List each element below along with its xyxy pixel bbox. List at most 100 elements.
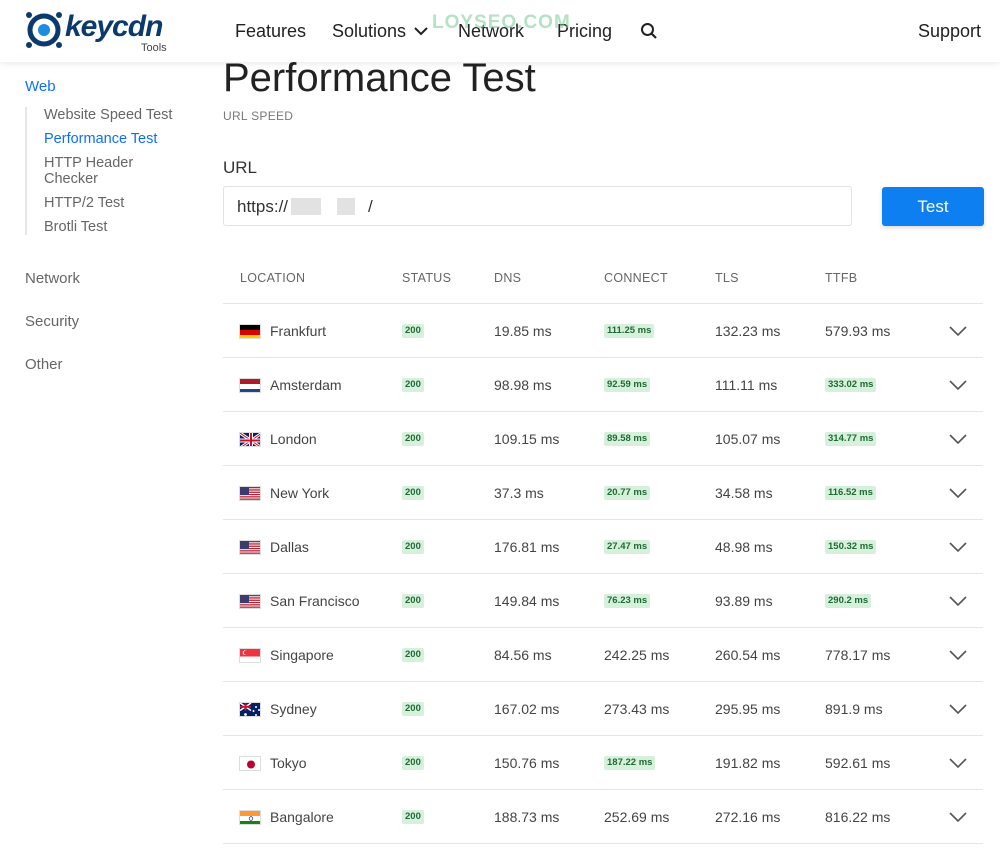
status-badge: 200 bbox=[402, 540, 424, 554]
tls-cell: 105.07 ms bbox=[715, 412, 780, 466]
dns-value: 109.15 ms bbox=[494, 431, 560, 447]
test-button[interactable]: Test bbox=[882, 187, 984, 226]
expand-row-button[interactable] bbox=[945, 304, 971, 358]
location-cell: New York bbox=[239, 466, 329, 520]
ttfb-cell: 333.02 ms bbox=[825, 358, 877, 412]
tls-cell: 272.16 ms bbox=[715, 790, 780, 844]
location-name: Bangalore bbox=[270, 809, 334, 825]
expand-row-button[interactable] bbox=[945, 574, 971, 628]
nav-features[interactable]: Features bbox=[235, 0, 306, 62]
tls-cell: 295.95 ms bbox=[715, 682, 780, 736]
sidebar-item-security[interactable]: Security bbox=[25, 313, 79, 330]
page-title: Performance Test bbox=[223, 56, 536, 100]
sidebar-item-other[interactable]: Other bbox=[25, 356, 63, 373]
sidebar-item-brotli-test[interactable]: Brotli Test bbox=[44, 219, 205, 235]
tls-cell: 132.23 ms bbox=[715, 304, 780, 358]
table-row[interactable]: London 200 109.15 ms 89.58 ms 105.07 ms … bbox=[223, 412, 983, 466]
location-cell: London bbox=[239, 412, 317, 466]
expand-row-button[interactable] bbox=[945, 520, 971, 574]
expand-row-button[interactable] bbox=[945, 358, 971, 412]
search-button[interactable] bbox=[640, 0, 658, 62]
results-table: LOCATION STATUS DNS CONNECT TLS TTFB Fra… bbox=[223, 258, 983, 844]
ttfb-cell: 891.9 ms bbox=[825, 682, 883, 736]
table-row[interactable]: San Francisco 200 149.84 ms 76.23 ms 93.… bbox=[223, 574, 983, 628]
dns-cell: 167.02 ms bbox=[494, 682, 559, 736]
nav-features-label: Features bbox=[235, 20, 307, 41]
expand-row-button[interactable] bbox=[945, 628, 971, 682]
table-body: Frankfurt 200 19.85 ms 111.25 ms 132.23 … bbox=[223, 304, 983, 844]
table-row[interactable]: New York 200 37.3 ms 20.77 ms 34.58 ms 1… bbox=[223, 466, 983, 520]
sidebar: Web Website Speed Test Performance Test … bbox=[25, 78, 205, 235]
connect-cell: 20.77 ms bbox=[604, 466, 651, 520]
expand-row-button[interactable] bbox=[945, 682, 971, 736]
tls-value: 34.58 ms bbox=[715, 485, 773, 501]
connect-cell: 187.22 ms bbox=[604, 736, 656, 790]
chevron-down-icon bbox=[949, 380, 967, 390]
table-row[interactable]: Tokyo 200 150.76 ms 187.22 ms 191.82 ms … bbox=[223, 736, 983, 790]
table-row[interactable]: Frankfurt 200 19.85 ms 111.25 ms 132.23 … bbox=[223, 304, 983, 358]
connect-value: 242.25 ms bbox=[604, 647, 670, 663]
chevron-down-icon bbox=[949, 758, 967, 768]
ttfb-value: 592.61 ms bbox=[825, 755, 891, 771]
connect-cell: 242.25 ms bbox=[604, 628, 669, 682]
sidebar-item-performance-test[interactable]: Performance Test bbox=[44, 131, 205, 147]
flag-in-icon bbox=[239, 809, 261, 825]
sidebar-item-website-speed-test[interactable]: Website Speed Test bbox=[44, 107, 205, 123]
dns-value: 167.02 ms bbox=[494, 701, 560, 717]
table-row[interactable]: Bangalore 200 188.73 ms 252.69 ms 272.16… bbox=[223, 790, 983, 844]
flag-sg-icon bbox=[239, 647, 261, 663]
tls-cell: 34.58 ms bbox=[715, 466, 773, 520]
expand-row-button[interactable] bbox=[945, 466, 971, 520]
flag-us-icon bbox=[239, 593, 261, 609]
table-row[interactable]: Dallas 200 176.81 ms 27.47 ms 48.98 ms 1… bbox=[223, 520, 983, 574]
ttfb-cell: 816.22 ms bbox=[825, 790, 890, 844]
tls-value: 272.16 ms bbox=[715, 809, 781, 825]
col-ttfb: TTFB bbox=[825, 271, 858, 285]
expand-row-button[interactable] bbox=[945, 412, 971, 466]
status-badge: 200 bbox=[402, 810, 424, 824]
location-name: Dallas bbox=[270, 539, 309, 555]
ttfb-cell: 116.52 ms bbox=[825, 466, 876, 520]
connect-badge: 111.25 ms bbox=[604, 324, 655, 338]
chevron-down-icon bbox=[949, 542, 967, 552]
expand-row-button[interactable] bbox=[945, 736, 971, 790]
sidebar-item-web[interactable]: Web bbox=[25, 78, 205, 95]
location-cell: San Francisco bbox=[239, 574, 359, 628]
sidebar-item-network[interactable]: Network bbox=[25, 270, 80, 287]
chevron-down-icon bbox=[949, 812, 967, 822]
table-row[interactable]: Singapore 200 84.56 ms 242.25 ms 260.54 … bbox=[223, 628, 983, 682]
tls-value: 93.89 ms bbox=[715, 593, 773, 609]
ttfb-value: 891.9 ms bbox=[825, 701, 883, 717]
status-badge: 200 bbox=[402, 432, 424, 446]
status-cell: 200 bbox=[402, 412, 424, 466]
ttfb-cell: 314.77 ms bbox=[825, 412, 877, 466]
dns-cell: 149.84 ms bbox=[494, 574, 559, 628]
sidebar-item-http2-test[interactable]: HTTP/2 Test bbox=[44, 195, 205, 211]
table-row[interactable]: Amsterdam 200 98.98 ms 92.59 ms 111.11 m… bbox=[223, 358, 983, 412]
status-cell: 200 bbox=[402, 628, 424, 682]
expand-row-button[interactable] bbox=[945, 790, 971, 844]
table-row[interactable]: Sydney 200 167.02 ms 273.43 ms 295.95 ms… bbox=[223, 682, 983, 736]
dns-cell: 19.85 ms bbox=[494, 304, 552, 358]
chevron-down-icon bbox=[949, 326, 967, 336]
ttfb-badge: 290.2 ms bbox=[825, 594, 872, 608]
tls-value: 105.07 ms bbox=[715, 431, 781, 447]
status-badge: 200 bbox=[402, 486, 424, 500]
dns-value: 176.81 ms bbox=[494, 539, 560, 555]
location-cell: Bangalore bbox=[239, 790, 334, 844]
location-cell: Tokyo bbox=[239, 736, 307, 790]
sidebar-item-http-header-checker[interactable]: HTTP Header Checker bbox=[44, 155, 164, 187]
status-cell: 200 bbox=[402, 304, 424, 358]
keycdn-logo[interactable]: keycdn Tools bbox=[25, 8, 175, 54]
tls-value: 295.95 ms bbox=[715, 701, 781, 717]
ttfb-cell: 778.17 ms bbox=[825, 628, 890, 682]
connect-badge: 76.23 ms bbox=[604, 594, 651, 608]
location-name: New York bbox=[270, 485, 330, 501]
connect-cell: 252.69 ms bbox=[604, 790, 669, 844]
nav-solutions[interactable]: Solutions bbox=[332, 0, 428, 62]
sidebar-web-submenu: Website Speed Test Performance Test HTTP… bbox=[25, 107, 205, 235]
nav-support[interactable]: Support bbox=[918, 0, 981, 62]
connect-value: 273.43 ms bbox=[604, 701, 670, 717]
url-label: URL bbox=[223, 158, 258, 177]
chevron-down-icon bbox=[414, 27, 428, 36]
